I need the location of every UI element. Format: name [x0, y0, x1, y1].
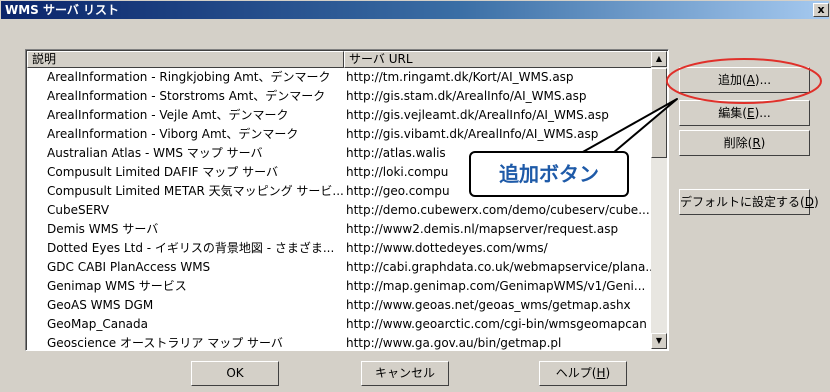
row-description: GeoAS WMS DGM — [47, 298, 154, 312]
row-description: ArealInformation - Storstroms Amt、デンマーク — [47, 89, 326, 103]
row-server-url: http://www2.demis.nl/mapserver/request.a… — [346, 222, 619, 236]
table-row[interactable]: ArealInformation - Ringkjobing Amt、デンマーク… — [27, 68, 653, 87]
row-description: ArealInformation - Ringkjobing Amt、デンマーク — [47, 70, 331, 84]
row-server-url: http://www.geoarctic.com/cgi-bin/wmsgeom… — [346, 317, 647, 331]
row-description: Geoscience オーストラリア マップ サーバ — [47, 336, 283, 350]
delete-button[interactable]: 削除(R) — [679, 130, 810, 156]
table-row[interactable]: GDC CABI PlanAccess WMS http://cabi.graph… — [27, 258, 653, 277]
row-description: GDC CABI PlanAccess WMS — [47, 260, 211, 274]
row-server-url: http://gis.vejleamt.dk/ArealInfo/AI_WMS.… — [346, 108, 609, 122]
list-rows: ArealInformation - Ringkjobing Amt、デンマーク… — [27, 68, 653, 350]
set-default-button[interactable]: デフォルトに設定する(D) — [679, 189, 819, 215]
table-row[interactable]: ArealInformation - Storstroms Amt、デンマーク h… — [27, 87, 653, 106]
server-list[interactable]: 説明 サーバ URL ArealInformation - Ringkjobin… — [25, 49, 669, 351]
scroll-thumb[interactable] — [651, 68, 667, 158]
callout-text: 追加ボタン — [499, 162, 599, 186]
row-description: Compusult Limited METAR 天気マッピング サービ... — [47, 184, 344, 198]
row-description: Demis WMS サーバ — [47, 222, 159, 236]
scroll-down-button[interactable]: ▼ — [651, 333, 667, 349]
close-icon: x — [817, 3, 825, 16]
table-row[interactable]: Geoscience オーストラリア マップ サーバ http://www.ga.… — [27, 334, 653, 350]
row-description: Dotted Eyes Ltd - イギリスの背景地図 - さまざま... — [47, 241, 335, 255]
row-server-url: http://www.geoas.net/geoas_wms/getmap.as… — [346, 298, 631, 312]
row-description: ArealInformation - Vejle Amt、デンマーク — [47, 108, 289, 122]
column-header-description[interactable]: 説明 — [27, 51, 344, 68]
row-description: CubeSERV — [47, 203, 110, 217]
triangle-down-icon: ▼ — [655, 336, 663, 345]
add-button[interactable]: 追加(A)... — [679, 67, 810, 93]
column-header-server-url[interactable]: サーバ URL — [344, 51, 653, 68]
table-row[interactable]: Dotted Eyes Ltd - イギリスの背景地図 - さまざま... htt… — [27, 239, 653, 258]
table-row[interactable]: Demis WMS サーバ http://www2.demis.nl/mapser… — [27, 220, 653, 239]
table-row[interactable]: GeoAS WMS DGM http://www.geoas.net/geoas_… — [27, 296, 653, 315]
row-server-url: http://demo.cubewerx.com/demo/cubeserv/c… — [346, 203, 650, 217]
scroll-up-button[interactable]: ▲ — [651, 51, 667, 67]
row-description: Compusult Limited DAFIF マップ サーバ — [47, 165, 278, 179]
list-header: 説明 サーバ URL — [27, 51, 653, 68]
table-row[interactable]: ArealInformation - Viborg Amt、デンマーク http:… — [27, 125, 653, 144]
window-title: WMS サーバ リスト — [5, 3, 120, 17]
table-row[interactable]: GeoMap_Canada http://www.geoarctic.com/cg… — [27, 315, 653, 334]
edit-button[interactable]: 編集(E)... — [679, 100, 810, 126]
table-row[interactable]: Genimap WMS サービス http://map.genimap.com/G… — [27, 277, 653, 296]
row-description: ArealInformation - Viborg Amt、デンマーク — [47, 127, 299, 141]
row-server-url: http://tm.ringamt.dk/Kort/AI_WMS.asp — [346, 70, 574, 84]
table-row[interactable]: CubeSERV http://demo.cubewerx.com/demo/cu… — [27, 201, 653, 220]
cancel-button[interactable]: キャンセル — [361, 361, 449, 386]
title-bar: WMS サーバ リスト x — [1, 1, 829, 19]
row-server-url: http://map.genimap.com/GenimapWMS/v1/Gen… — [346, 279, 646, 293]
help-button[interactable]: ヘルプ(H) — [539, 361, 627, 386]
wms-server-list-dialog: WMS サーバ リスト x 説明 サーバ URL ArealInformatio… — [0, 0, 830, 392]
row-server-url: http://www.ga.gov.au/bin/getmap.pl — [346, 336, 562, 350]
row-server-url: http://gis.vibamt.dk/ArealInfo/AI_WMS.as… — [346, 127, 599, 141]
close-button[interactable]: x — [813, 3, 829, 17]
ok-button[interactable]: OK — [191, 361, 279, 386]
row-server-url: http://www.dottedeyes.com/wms/ — [346, 241, 548, 255]
row-description: Genimap WMS サービス — [47, 279, 187, 293]
vertical-scrollbar[interactable]: ▲ ▼ — [651, 51, 667, 349]
row-server-url: http://gis.stam.dk/ArealInfo/AI_WMS.asp — [346, 89, 587, 103]
callout-box: 追加ボタン — [469, 151, 629, 197]
table-row[interactable]: ArealInformation - Vejle Amt、デンマーク http:/… — [27, 106, 653, 125]
row-server-url: http://cabi.graphdata.co.uk/webmapservic… — [346, 260, 653, 274]
row-description: GeoMap_Canada — [47, 317, 149, 331]
row-description: Australian Atlas - WMS マップ サーバ — [47, 146, 263, 160]
triangle-up-icon: ▲ — [655, 54, 663, 63]
